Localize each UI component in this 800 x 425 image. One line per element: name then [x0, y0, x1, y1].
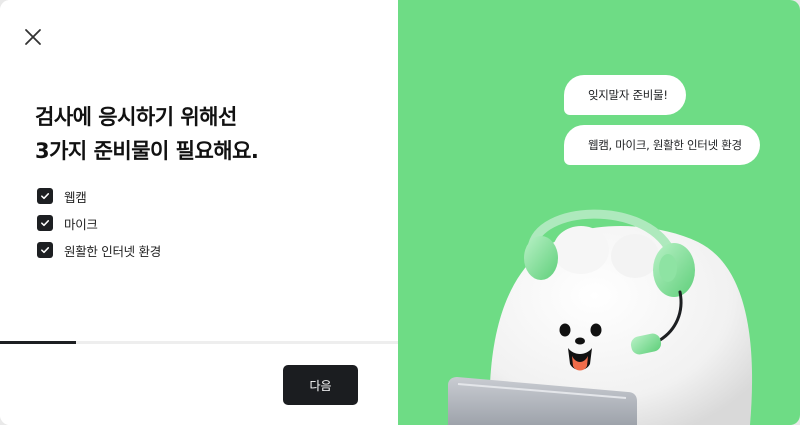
- bear-mascot-illustration: [448, 209, 753, 425]
- step-progress-fill: [0, 341, 76, 344]
- step-progress-bar: [0, 341, 398, 344]
- checklist-item-internet[interactable]: 원활한 인터넷 환경: [37, 242, 161, 259]
- headline: 검사에 응시하기 위해선 3가지 준비물이 필요해요.: [35, 100, 375, 168]
- illustration-panel: 잊지말자 준비물! 웹캠, 마이크, 원활한 인터넷 환경: [398, 0, 800, 425]
- checklist-label-microphone: 마이크: [64, 216, 98, 232]
- checklist-label-webcam: 웹캠: [64, 189, 87, 205]
- checkbox-microphone[interactable]: [37, 215, 53, 231]
- headline-line-1: 검사에 응시하기 위해선: [35, 105, 237, 129]
- requirements-checklist: 웹캠 마이크 원활한 인터넷 환경: [37, 188, 161, 269]
- checklist-item-microphone[interactable]: 마이크: [37, 215, 161, 232]
- exam-prep-modal: 검사에 응시하기 위해선 3가지 준비물이 필요해요. 웹캠 마이크 원활한 인…: [0, 0, 800, 425]
- close-button[interactable]: [20, 24, 46, 50]
- checkmark-icon: [41, 247, 50, 254]
- checklist-label-internet: 원활한 인터넷 환경: [64, 243, 161, 259]
- headline-line-2: 3가지 준비물이 필요해요.: [35, 139, 259, 163]
- modal-content-panel: 검사에 응시하기 위해선 3가지 준비물이 필요해요. 웹캠 마이크 원활한 인…: [0, 0, 398, 425]
- checkbox-webcam[interactable]: [37, 188, 53, 204]
- checkbox-internet[interactable]: [37, 242, 53, 258]
- next-button[interactable]: 다음: [283, 365, 358, 405]
- close-icon: [25, 29, 41, 45]
- checklist-item-webcam[interactable]: 웹캠: [37, 188, 161, 205]
- checkmark-icon: [41, 193, 50, 200]
- checkmark-icon: [41, 220, 50, 227]
